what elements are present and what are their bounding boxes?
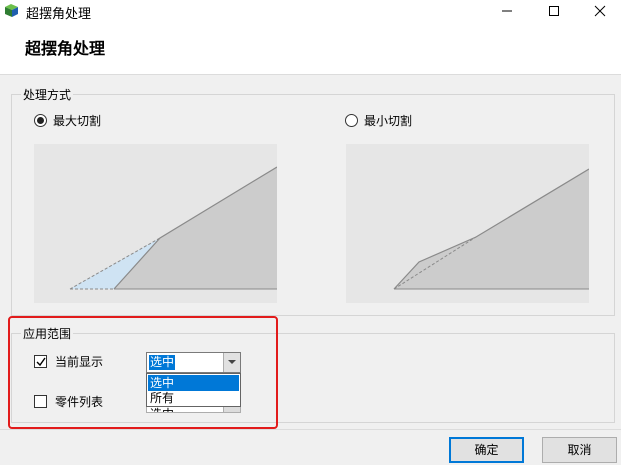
footer-divider	[0, 429, 621, 430]
radio-min-cut-label: 最小切割	[364, 113, 413, 128]
app-icon	[5, 4, 18, 17]
radio-max-cut-indicator[interactable]	[34, 113, 47, 127]
maximize-icon	[549, 6, 559, 16]
page-title: 超摆角处理	[25, 39, 106, 58]
minimize-button[interactable]	[484, 0, 530, 22]
mode-group-label: 处理方式	[21, 86, 74, 103]
min-cut-preview	[346, 144, 589, 303]
dialog-header: 超摆角处理	[0, 22, 621, 75]
maximize-button[interactable]	[531, 0, 577, 22]
window-title: 超摆角处理	[26, 7, 92, 22]
close-icon	[594, 5, 606, 17]
radio-max-cut-label: 最大切割	[53, 113, 102, 128]
title-bar: 超摆角处理	[0, 0, 621, 22]
radio-min-cut[interactable]: 最小切割	[345, 112, 412, 128]
cancel-button[interactable]: 取消	[542, 437, 617, 463]
ok-button[interactable]: 确定	[449, 437, 524, 463]
radio-max-cut[interactable]: 最大切割	[34, 112, 101, 128]
close-button[interactable]	[577, 0, 621, 22]
radio-min-cut-indicator[interactable]	[345, 113, 358, 127]
highlight-frame	[8, 316, 278, 429]
max-cut-preview	[34, 144, 277, 303]
minimize-icon	[502, 10, 512, 12]
